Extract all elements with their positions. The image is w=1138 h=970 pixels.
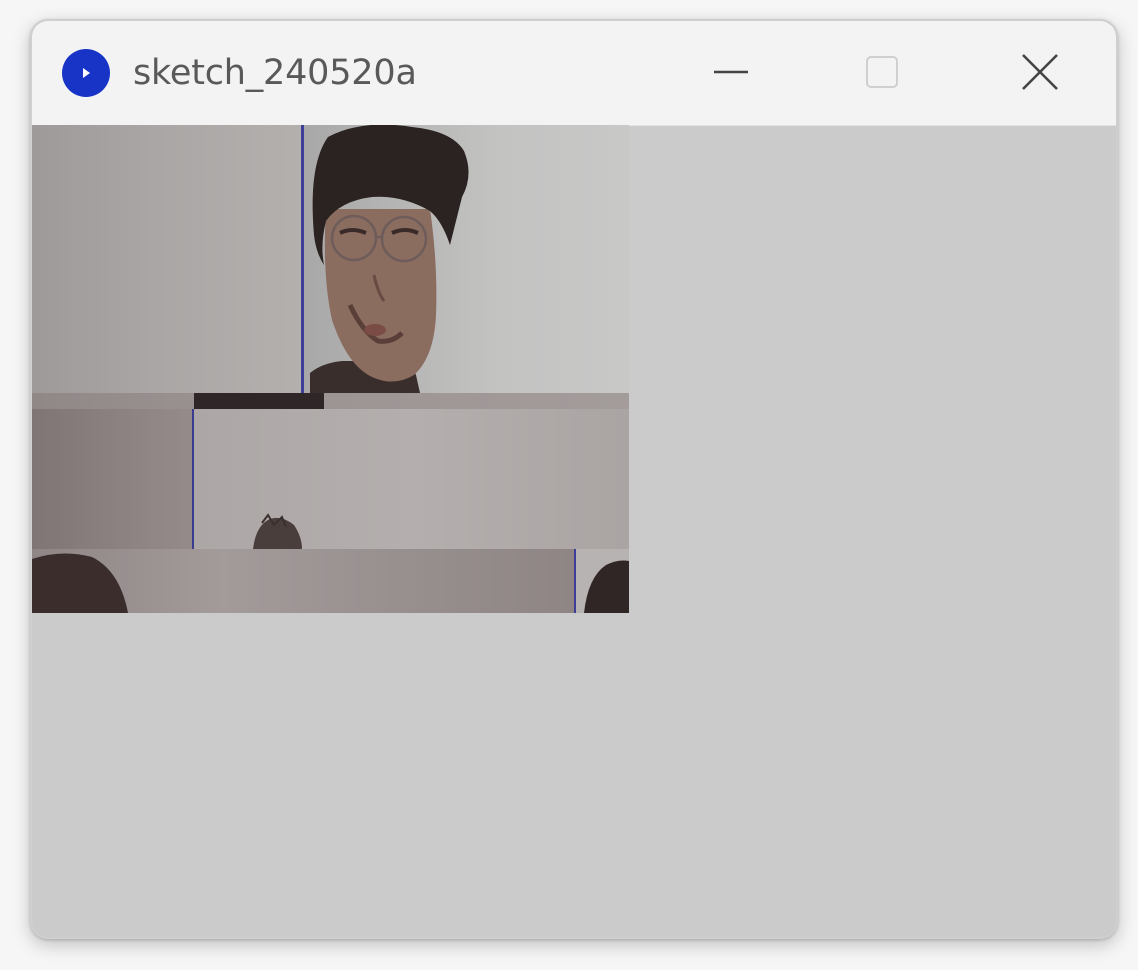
close-icon	[1022, 54, 1058, 90]
play-icon	[83, 68, 90, 78]
window-title: sketch_240520a	[133, 53, 417, 93]
close-button[interactable]	[995, 41, 1085, 103]
sketch-window: sketch_240520a	[30, 19, 1118, 939]
minimize-button[interactable]	[687, 41, 777, 103]
processing-app-icon[interactable]	[62, 49, 110, 97]
title-bar[interactable]: sketch_240520a	[32, 21, 1116, 126]
webcam-face-image	[32, 125, 629, 613]
minimize-icon	[714, 70, 748, 74]
sketch-canvas[interactable]	[32, 125, 629, 613]
maximize-button	[837, 41, 927, 103]
maximize-icon	[866, 56, 898, 88]
